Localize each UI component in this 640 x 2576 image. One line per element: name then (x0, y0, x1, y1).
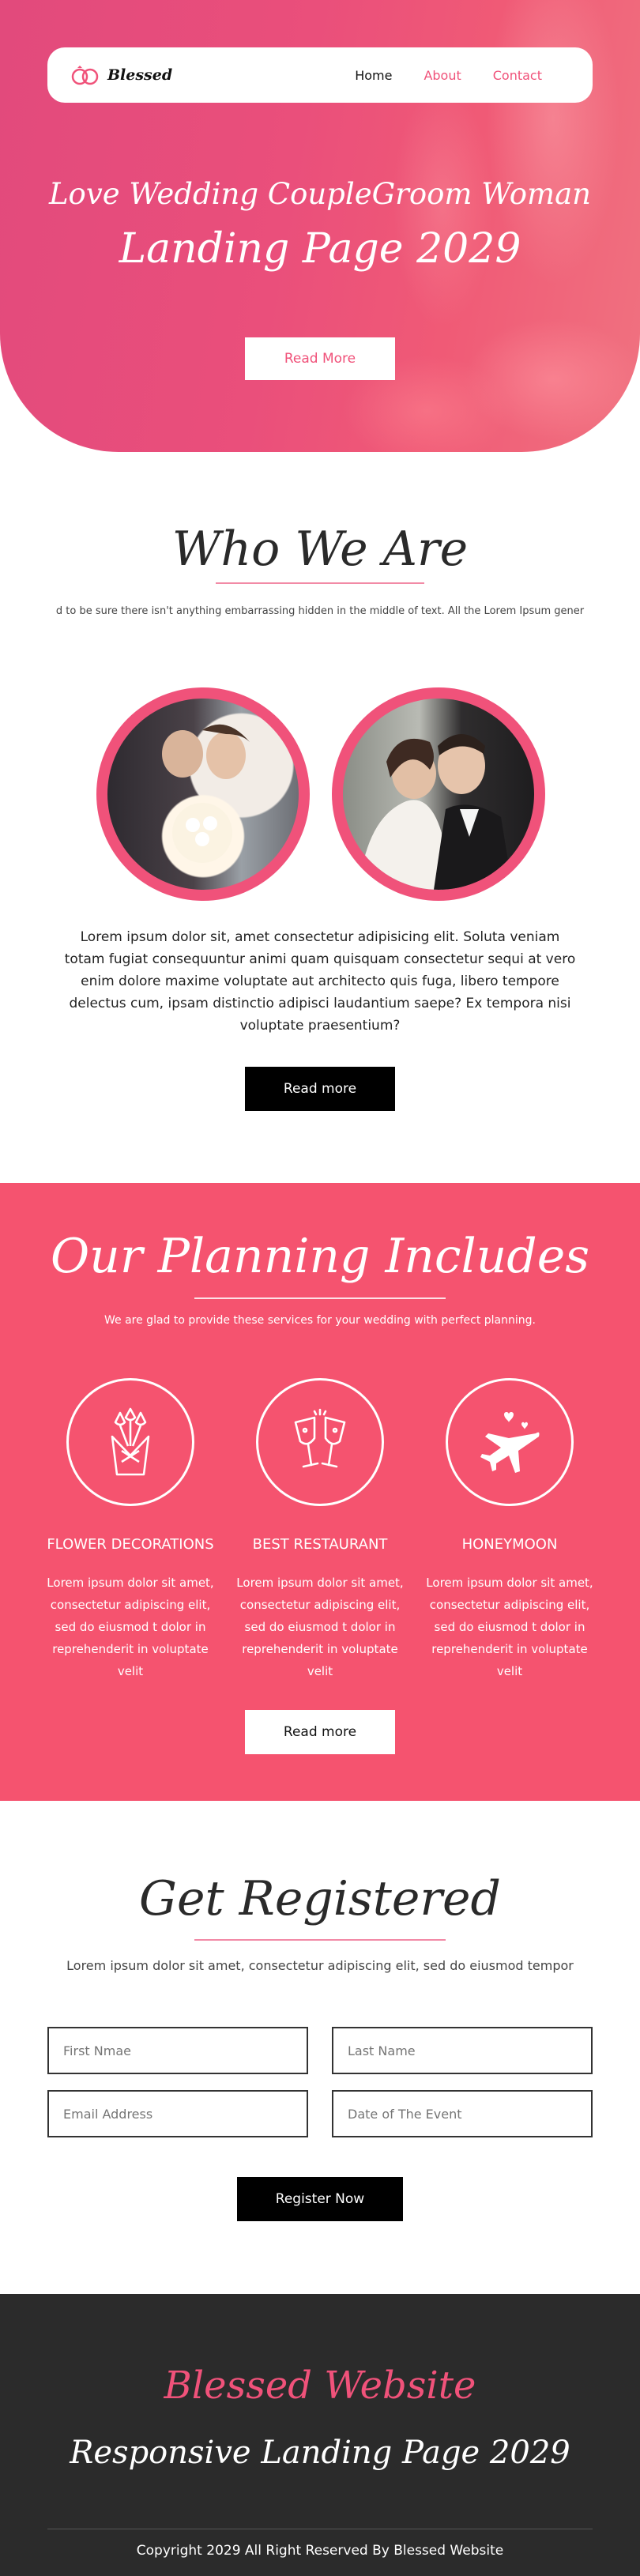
service-title: FLOWER DECORATIONS (47, 1536, 214, 1553)
couple-photo-2 (332, 687, 545, 901)
nav-item-contact[interactable]: Contact (493, 68, 542, 83)
footer-brand-title: Blessed Website (164, 2363, 476, 2408)
nav-menu: Home About Contact (355, 68, 542, 83)
service-best-restaurant: BEST RESTAURANT Lorem ipsum dolor sit am… (225, 1378, 415, 1682)
service-text: Lorem ipsum dolor sit amet, consectetur … (426, 1576, 593, 1678)
service-title: BEST RESTAURANT (252, 1536, 388, 1553)
register-title: Get Registered (139, 1871, 501, 1926)
footer: Blessed Website Responsive Landing Page … (0, 2294, 640, 2576)
register-subtitle: Lorem ipsum dolor sit amet, consectetur … (66, 1958, 574, 1973)
hero-title-line2: Landing Page 2029 (119, 225, 521, 273)
champagne-glasses-icon (256, 1378, 384, 1506)
service-title: HONEYMOON (461, 1536, 558, 1553)
who-subtitle: d to be sure there isn't anything embarr… (55, 605, 585, 617)
who-title: Who We Are (171, 522, 469, 577)
service-honeymoon: HONEYMOON Lorem ipsum dolor sit amet, co… (415, 1378, 604, 1682)
planning-title: Our Planning Includes (50, 1229, 589, 1284)
flower-bouquet-icon (66, 1378, 194, 1506)
who-read-more-button[interactable]: Read more (245, 1067, 395, 1111)
register-now-button[interactable]: Register Now (237, 2177, 403, 2221)
event-date-input[interactable] (332, 2090, 593, 2137)
first-name-input[interactable] (47, 2027, 308, 2074)
airplane-hearts-icon (446, 1378, 574, 1506)
planning-read-more-button[interactable]: Read more (245, 1710, 395, 1754)
planning-section: Our Planning Includes We are glad to pro… (0, 1183, 640, 1801)
landing-page: Blessed Home About Contact Love Wedding … (0, 0, 640, 2576)
planning-subtitle: We are glad to provide these services fo… (104, 1314, 536, 1327)
who-text: Lorem ipsum dolor sit, amet consectetur … (64, 929, 576, 1034)
footer-subtitle: Responsive Landing Page 2029 (70, 2435, 570, 2471)
who-title-underline (216, 582, 424, 584)
last-name-input[interactable] (332, 2027, 593, 2074)
copyright-text: Copyright 2029 All Right Reserved By Ble… (136, 2543, 504, 2559)
hero-title-line1: Love Wedding CoupleGroom Woman (48, 177, 592, 211)
rings-icon (71, 66, 99, 85)
hero-read-more-button[interactable]: Read More (245, 337, 395, 380)
logo[interactable]: Blessed (70, 65, 172, 85)
logo-text: Blessed (107, 66, 173, 84)
register-title-underline (194, 1939, 446, 1941)
service-flower-decorations: FLOWER DECORATIONS Lorem ipsum dolor sit… (36, 1378, 225, 1682)
navbar: Blessed Home About Contact (47, 47, 593, 103)
email-input[interactable] (47, 2090, 308, 2137)
nav-item-about[interactable]: About (424, 68, 461, 83)
service-text: Lorem ipsum dolor sit amet, consectetur … (236, 1576, 404, 1678)
couple-photo-1 (96, 687, 310, 901)
service-text: Lorem ipsum dolor sit amet, consectetur … (47, 1576, 214, 1678)
nav-item-home[interactable]: Home (355, 68, 392, 83)
planning-title-underline (194, 1297, 446, 1299)
hero-section: Blessed Home About Contact Love Wedding … (0, 0, 640, 452)
